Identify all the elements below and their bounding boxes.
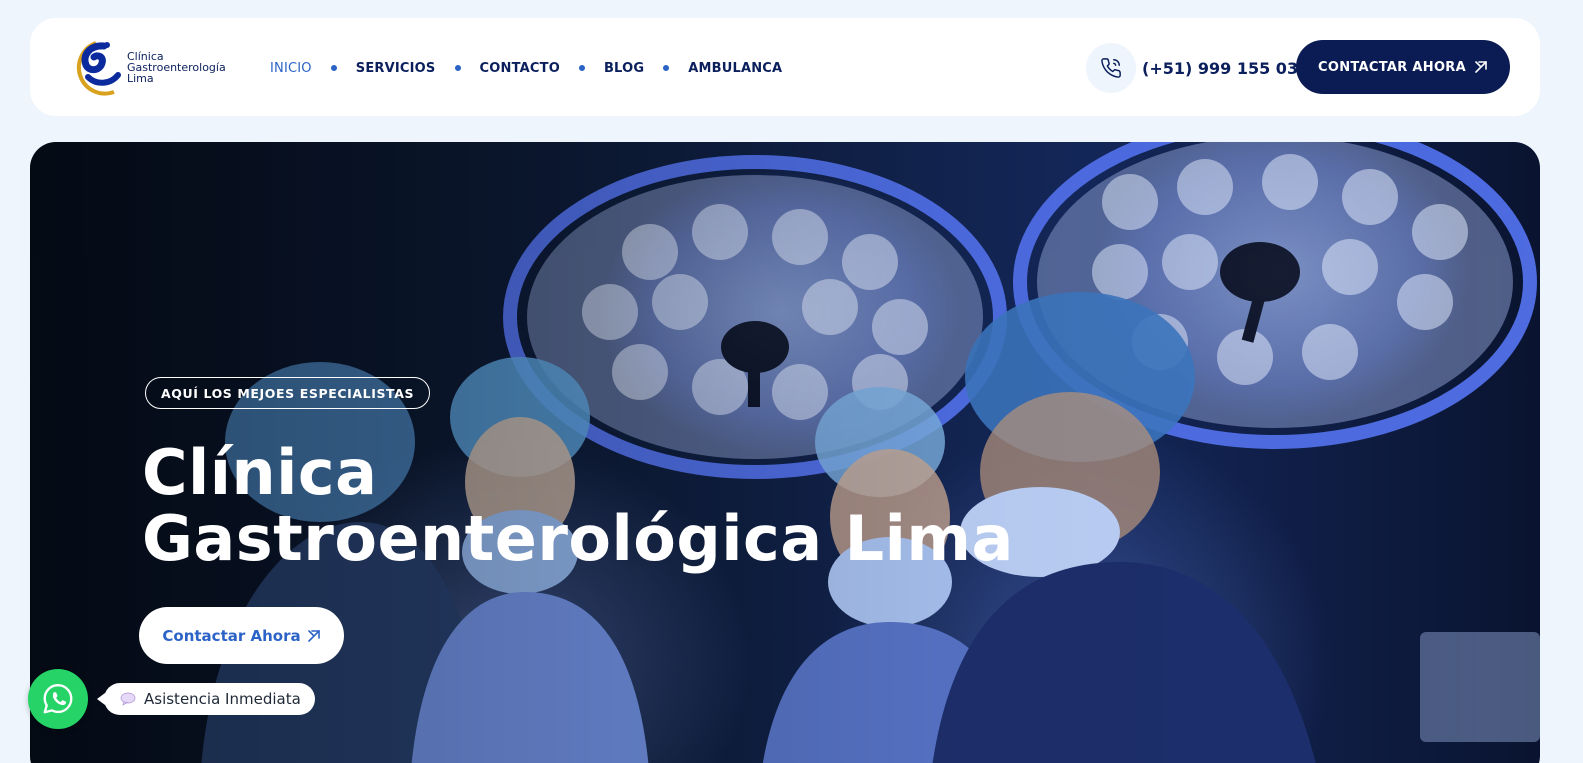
nav-separator-dot: [454, 65, 461, 71]
arrow-up-right-icon: [1474, 60, 1488, 74]
nav-separator-dot: [330, 65, 337, 71]
main-nav: INICIO SERVICIOS CONTACTO BLOG AMBULANCA: [270, 59, 782, 77]
site-header: Clínica Gastroenterología Lima INICIO SE…: [30, 18, 1540, 116]
phone-icon: [1086, 43, 1136, 93]
whatsapp-tooltip[interactable]: Asistencia Inmediata: [97, 683, 315, 715]
nav-item-contacto[interactable]: CONTACTO: [480, 61, 560, 76]
phone-contact[interactable]: (+51) 999 155 030: [1086, 43, 1309, 93]
nav-item-servicios[interactable]: SERVICIOS: [356, 61, 436, 76]
whatsapp-button[interactable]: [28, 669, 88, 729]
contact-now-label: CONTACTAR AHORA: [1318, 59, 1466, 75]
logo-line-3: Lima: [127, 72, 154, 85]
whatsapp-tooltip-text: Asistencia Inmediata: [144, 690, 301, 708]
nav-item-inicio[interactable]: INICIO: [270, 61, 312, 76]
clinic-logo-icon: [76, 41, 121, 96]
hero-badge: AQUÍ LOS MEJOES ESPECIALISTAS: [145, 377, 431, 409]
phone-number[interactable]: (+51) 999 155 030: [1142, 59, 1309, 78]
hero-section: AQUÍ LOS MEJOES ESPECIALISTAS Clínica Ga…: [30, 142, 1540, 763]
whatsapp-icon: [43, 684, 73, 714]
nav-item-blog[interactable]: BLOG: [604, 61, 644, 76]
hero-contact-button[interactable]: Contactar Ahora: [139, 607, 344, 664]
contact-now-button[interactable]: CONTACTAR AHORA: [1296, 40, 1510, 94]
hero-contact-label: Contactar Ahora: [162, 626, 301, 645]
logo-link[interactable]: Clínica Gastroenterología Lima: [66, 37, 246, 99]
hero-title: Clínica Gastroenterológica Lima: [142, 440, 1042, 572]
chat-bubble-icon: [120, 692, 136, 706]
hero-title-line-1: Clínica: [142, 436, 378, 509]
hero-title-line-2: Gastroenterológica Lima: [142, 502, 1014, 575]
logo-text: Clínica Gastroenterología Lima: [127, 51, 226, 84]
nav-separator-dot: [663, 65, 670, 71]
nav-item-ambulanca[interactable]: AMBULANCA: [688, 61, 782, 76]
arrow-up-right-icon: [307, 629, 321, 643]
nav-separator-dot: [578, 65, 585, 71]
